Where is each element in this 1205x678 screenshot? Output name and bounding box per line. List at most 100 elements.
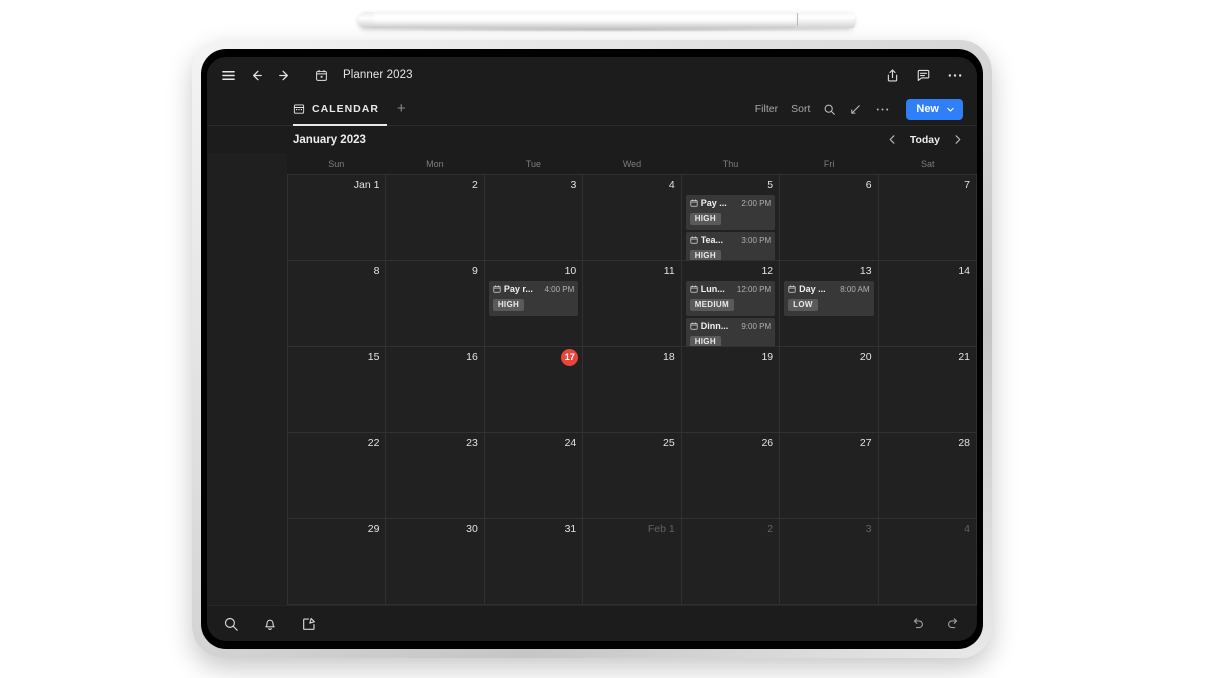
day-number: 17 xyxy=(489,349,579,366)
stylus-seam xyxy=(797,13,798,26)
add-tab-button[interactable]: + xyxy=(397,101,406,118)
day-number: 20 xyxy=(859,351,872,363)
day-number: 14 xyxy=(958,265,970,277)
ellipsis-icon[interactable] xyxy=(947,68,963,83)
search-icon[interactable] xyxy=(223,616,239,632)
priority-badge: HIGH xyxy=(689,250,721,260)
event-time: 9:00 PM xyxy=(741,321,772,331)
calendar-day-cell[interactable]: 25 xyxy=(583,433,682,519)
calendar-day-cell[interactable]: 18 xyxy=(583,347,682,433)
calendar-event[interactable]: Dinn... 9:00 PM HIGH xyxy=(685,318,776,346)
calendar-day-cell[interactable]: 12 Lun... 12:00 PM MEDIUM Dinn... 9:00 PM HIGH xyxy=(681,261,781,347)
collapse-arrow-icon[interactable] xyxy=(849,103,862,116)
calendar-day-cell[interactable]: 23 xyxy=(386,433,485,519)
calendar-day-cell[interactable]: 11 xyxy=(583,261,682,347)
tab-calendar[interactable]: CALENDAR xyxy=(293,93,387,126)
calendar-day-cell[interactable]: 2 xyxy=(681,519,781,605)
weekday-header-row: Sun Mon Tue Wed Thu Fri Sat xyxy=(287,153,977,174)
redo-icon[interactable] xyxy=(945,616,961,632)
calendar-event[interactable]: Lun... 12:00 PM MEDIUM xyxy=(685,281,776,316)
ellipsis-icon[interactable] xyxy=(875,103,890,116)
day-number: 15 xyxy=(367,351,380,363)
undo-icon[interactable] xyxy=(910,616,926,632)
event-time: 8:00 AM xyxy=(840,284,870,294)
calendar-day-cell[interactable]: 15 xyxy=(288,347,387,433)
stylus-tip xyxy=(358,12,374,28)
calendar-day-cell[interactable]: 29 xyxy=(288,519,387,605)
event-header: Pay ... 2:00 PM xyxy=(690,198,771,208)
chevron-right-icon[interactable] xyxy=(952,134,963,145)
today-button[interactable]: Today xyxy=(910,134,940,146)
calendar-day-cell[interactable]: 24 xyxy=(484,433,584,519)
event-title: Day ... xyxy=(799,284,826,294)
calendar-day-cell[interactable]: 14 xyxy=(878,261,977,347)
event-calendar-icon xyxy=(788,285,796,293)
calendar-day-cell[interactable]: Jan 1 xyxy=(288,175,387,261)
day-number: 10 xyxy=(564,265,577,277)
weekday-label: Mon xyxy=(426,158,444,169)
calendar-day-cell[interactable]: 6 xyxy=(780,175,879,261)
share-icon[interactable] xyxy=(885,68,900,83)
calendar-day-cell[interactable]: 9 xyxy=(386,261,485,347)
calendar-day-cell[interactable]: 13 Day ... 8:00 AM LOW xyxy=(780,261,879,347)
new-button[interactable]: New xyxy=(906,98,963,120)
app-toolbar-right xyxy=(885,68,963,83)
calendar-day-cell[interactable]: 17 xyxy=(484,347,584,433)
compose-icon[interactable] xyxy=(301,616,317,632)
priority-badge: HIGH xyxy=(689,336,721,346)
calendar-day-cell[interactable]: 19 xyxy=(681,347,781,433)
calendar-day-cell[interactable]: 22 xyxy=(288,433,387,519)
tablet-screen: Planner 2023 CALENDAR + Filter Sort New … xyxy=(207,57,977,641)
day-number: 2 xyxy=(767,523,774,535)
chevron-left-icon[interactable] xyxy=(887,134,898,145)
calendar-day-cell[interactable]: 16 xyxy=(386,347,485,433)
filter-button[interactable]: Filter xyxy=(755,103,778,115)
calendar-day-cell[interactable]: 3 xyxy=(484,175,584,261)
calendar-day-cell[interactable]: 30 xyxy=(386,519,485,605)
event-title: Tea... xyxy=(700,235,724,245)
calendar-day-cell[interactable]: 4 xyxy=(583,175,682,261)
event-calendar-icon xyxy=(690,236,698,244)
calendar-day-cell[interactable]: 5 Pay ... 2:00 PM HIGH Tea... 3:00 PM HIGH xyxy=(681,175,781,261)
hamburger-menu-icon[interactable] xyxy=(221,68,236,83)
calendar-day-cell[interactable]: 27 xyxy=(780,433,879,519)
calendar-day-cell[interactable]: 31 xyxy=(484,519,584,605)
calendar-event[interactable]: Tea... 3:00 PM HIGH xyxy=(685,232,776,260)
search-icon[interactable] xyxy=(823,103,836,116)
calendar-day-cell[interactable]: 21 xyxy=(878,347,977,433)
day-number: 16 xyxy=(466,351,478,363)
calendar-day-cell[interactable]: 7 xyxy=(878,175,977,261)
day-number: 22 xyxy=(367,437,380,449)
arrow-left-icon[interactable] xyxy=(249,68,264,83)
calendar-event[interactable]: Pay ... 2:00 PM HIGH xyxy=(685,195,776,230)
calendar-event[interactable]: Pay r... 4:00 PM HIGH xyxy=(488,281,579,316)
chevron-down-icon[interactable] xyxy=(946,105,955,114)
event-list: Pay r... 4:00 PM HIGH xyxy=(488,281,579,316)
calendar-event[interactable]: Day ... 8:00 AM LOW xyxy=(784,281,874,316)
weekday-label: Sat xyxy=(920,158,935,169)
calendar-day-cell[interactable]: 3 xyxy=(780,519,879,605)
calendar-day-cell[interactable]: 2 xyxy=(386,175,485,261)
day-number: 27 xyxy=(859,437,872,449)
calendar-icon xyxy=(315,69,328,82)
notification-bell-icon[interactable] xyxy=(262,616,278,632)
tab-calendar-label: CALENDAR xyxy=(312,103,379,115)
calendar-day-cell[interactable]: 4 xyxy=(878,519,977,605)
calendar-day-cell[interactable]: 26 xyxy=(681,433,781,519)
calendar-day-cell[interactable]: 8 xyxy=(288,261,387,347)
comment-icon[interactable] xyxy=(916,68,931,83)
document-title: Planner 2023 xyxy=(343,69,413,81)
calendar-day-cell[interactable]: 20 xyxy=(780,347,879,433)
calendar-day-cell[interactable]: Feb 1 xyxy=(583,519,682,605)
sort-button[interactable]: Sort xyxy=(791,103,810,115)
calendar-day-cell[interactable]: 10 Pay r... 4:00 PM HIGH xyxy=(484,261,584,347)
day-number: 12 xyxy=(761,265,774,277)
weekday-label: Wed xyxy=(622,158,642,169)
day-number: 3 xyxy=(570,179,577,191)
day-number: Jan 1 xyxy=(353,179,380,191)
arrow-right-icon[interactable] xyxy=(277,68,292,83)
weekday-label: Sun xyxy=(328,158,345,169)
scene: Planner 2023 CALENDAR + Filter Sort New … xyxy=(0,0,1205,678)
calendar-day-cell[interactable]: 28 xyxy=(878,433,977,519)
calendar-grid: Jan 1 2 3 4 5 Pay ... 2:00 PM HIGH Tea... 3:00 PM… xyxy=(287,174,977,605)
